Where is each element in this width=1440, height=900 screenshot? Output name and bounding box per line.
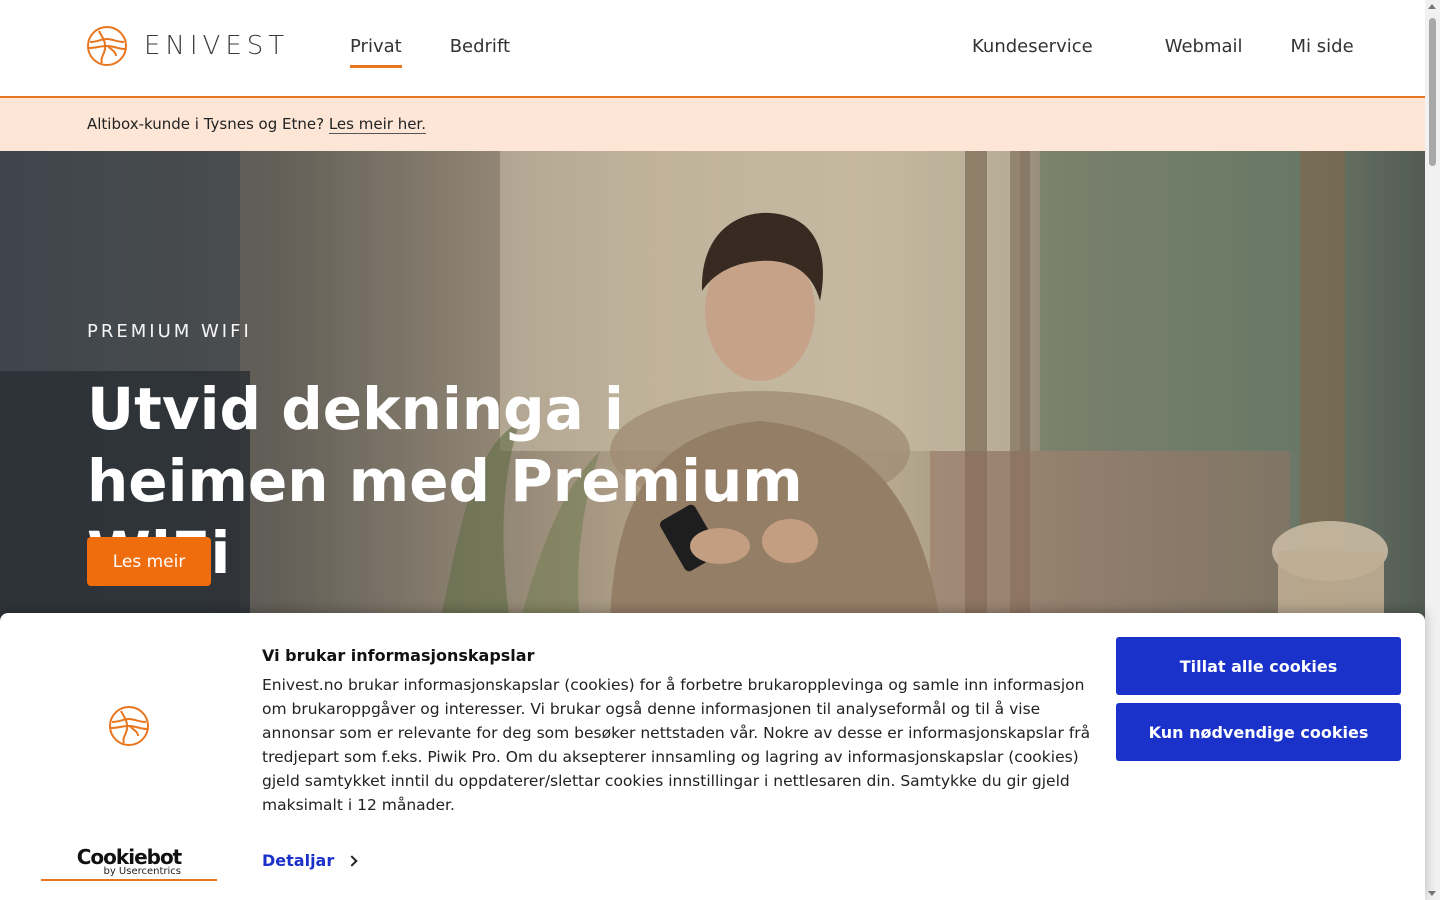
page-scrollbar[interactable] <box>1425 0 1440 900</box>
cookie-details-label: Detaljar <box>262 851 335 870</box>
enivest-logo[interactable]: ENIVEST <box>86 25 289 67</box>
hero-banner: PREMIUM WIFI Utvid dekninga i heimen med… <box>0 151 1425 621</box>
notice-text: Altibox-kunde i Tysnes og Etne? <box>87 115 325 133</box>
enivest-globe-icon <box>87 26 127 66</box>
notice-bar: Altibox-kunde i Tysnes og Etne? Les meir… <box>0 98 1425 151</box>
cookiebot-underline <box>41 879 217 881</box>
chevron-right-icon <box>346 854 358 867</box>
nav-kundeservice[interactable]: Kundeservice <box>972 36 1093 65</box>
scroll-thumb[interactable] <box>1429 18 1436 166</box>
notice-link[interactable]: Les meir her. <box>328 115 426 134</box>
cookie-description: Enivest.no brukar informasjonskapslar (c… <box>262 676 1091 814</box>
nav-bedrift[interactable]: Bedrift <box>450 36 510 68</box>
primary-nav: Privat Bedrift <box>350 36 510 68</box>
cookiebot-subline: by Usercentrics <box>103 866 181 877</box>
accept-all-cookies-button[interactable]: Tillat alle cookies <box>1116 637 1401 695</box>
scroll-up-arrow-icon[interactable] <box>1428 4 1436 9</box>
enivest-globe-icon <box>109 706 149 746</box>
cookie-title: Vi brukar informasjonskapslar <box>262 646 535 665</box>
cookie-details-link[interactable]: Detaljar <box>262 851 358 870</box>
nav-mi-side[interactable]: Mi side <box>1291 36 1354 65</box>
cookiebot-logo[interactable]: Cookiebot by Usercentrics <box>41 845 217 881</box>
nav-privat[interactable]: Privat <box>350 36 402 68</box>
logo-wordmark: ENIVEST <box>144 31 290 61</box>
site-header: ENIVEST Privat Bedrift Kundeservice Webm… <box>0 0 1425 98</box>
nav-webmail[interactable]: Webmail <box>1165 36 1243 65</box>
secondary-nav: Kundeservice Webmail Mi side <box>972 36 1354 65</box>
notice-content: Altibox-kunde i Tysnes og Etne? Les meir… <box>87 115 426 134</box>
scroll-down-arrow-icon[interactable] <box>1428 891 1436 896</box>
necessary-cookies-button[interactable]: Kun nødvendige cookies <box>1116 703 1401 761</box>
cookie-consent-banner: Cookiebot by Usercentrics Vi brukar info… <box>0 613 1425 900</box>
hero-eyebrow: PREMIUM WIFI <box>87 321 252 342</box>
les-meir-button[interactable]: Les meir <box>87 537 211 586</box>
